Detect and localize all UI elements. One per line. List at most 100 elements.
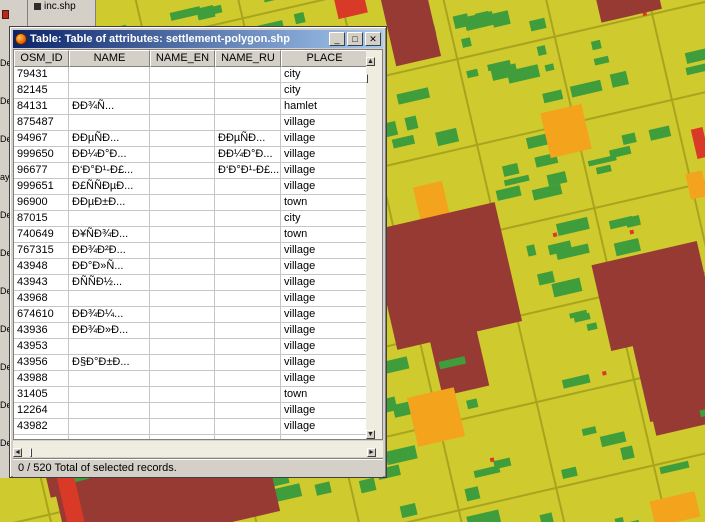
table-cell[interactable]: village <box>281 259 366 275</box>
table-cell[interactable] <box>281 435 366 439</box>
scroll-left-button[interactable]: ◄ <box>13 448 22 457</box>
background-layer-item[interactable]: Def <box>0 208 9 246</box>
table-cell[interactable] <box>69 83 150 99</box>
table-cell[interactable]: 43953 <box>14 339 69 355</box>
table-cell[interactable]: ÐÐ°Ð»Ñ... <box>69 259 150 275</box>
table-cell[interactable] <box>215 115 281 131</box>
table-cell[interactable] <box>215 83 281 99</box>
table-cell[interactable]: 96677 <box>14 163 69 179</box>
table-cell[interactable] <box>215 323 281 339</box>
table-cell[interactable] <box>215 179 281 195</box>
table-row[interactable]: 43943ÐÑÑÐ½...village <box>14 275 366 291</box>
table-cell[interactable]: village <box>281 179 366 195</box>
table-cell[interactable] <box>69 387 150 403</box>
table-cell[interactable]: 12264 <box>14 403 69 419</box>
window-titlebar[interactable]: Table: Table of attributes: settlement-p… <box>13 30 383 48</box>
table-cell[interactable]: 96900 <box>14 195 69 211</box>
table-cell[interactable] <box>69 339 150 355</box>
table-cell[interactable] <box>215 243 281 259</box>
table-row[interactable]: 43936ÐÐ¾Ð»Ð...village <box>14 323 366 339</box>
background-layer-item[interactable]: Def <box>0 246 9 284</box>
table-cell[interactable] <box>69 419 150 435</box>
table-cell[interactable] <box>150 163 215 179</box>
table-cell[interactable]: village <box>281 131 366 147</box>
table-row[interactable]: 43948ÐÐ°Ð»Ñ... village <box>14 259 366 275</box>
table-cell[interactable]: village <box>281 147 366 163</box>
table-row[interactable]: 87015city <box>14 211 366 227</box>
table-cell[interactable] <box>215 211 281 227</box>
table-cell[interactable]: village <box>281 115 366 131</box>
table-cell[interactable] <box>150 371 215 387</box>
table-cell[interactable] <box>69 211 150 227</box>
background-layer-item[interactable]: Def <box>0 132 9 170</box>
table-cell[interactable] <box>215 307 281 323</box>
table-cell[interactable]: ÐÐ¾Ð»Ð... <box>69 323 150 339</box>
table-cell[interactable]: village <box>281 371 366 387</box>
table-cell[interactable]: village <box>281 403 366 419</box>
background-layer-item[interactable]: Def <box>0 436 9 474</box>
vertical-scroll-thumb[interactable] <box>366 74 368 83</box>
horizontal-scroll-thumb[interactable] <box>30 448 32 457</box>
table-cell[interactable]: village <box>281 355 366 371</box>
table-cell[interactable]: 43948 <box>14 259 69 275</box>
table-cell[interactable]: ÐÐ¾Ð¼... <box>69 307 150 323</box>
table-cell[interactable] <box>150 147 215 163</box>
table-cell[interactable]: 43936 <box>14 323 69 339</box>
table-cell[interactable] <box>150 67 215 83</box>
column-header-name_ru[interactable]: NAME_RU <box>215 50 281 67</box>
table-cell[interactable] <box>215 275 281 291</box>
table-cell[interactable] <box>215 371 281 387</box>
table-row[interactable]: 79431city <box>14 67 366 83</box>
table-cell[interactable] <box>215 403 281 419</box>
table-cell[interactable] <box>69 435 150 439</box>
background-layer-item[interactable]: Def <box>0 94 9 132</box>
table-row[interactable]: 94967ÐÐµÑÐ...ÐÐµÑÐ...village <box>14 131 366 147</box>
table-cell[interactable] <box>215 387 281 403</box>
scroll-right-button[interactable]: ► <box>367 448 376 457</box>
table-row[interactable]: 96900ÐÐµÐ±Ð...town <box>14 195 366 211</box>
table-cell[interactable] <box>150 243 215 259</box>
background-layer-item[interactable]: Def <box>0 56 9 94</box>
table-cell[interactable]: 43982 <box>14 419 69 435</box>
table-cell[interactable] <box>150 307 215 323</box>
table-cell[interactable] <box>69 403 150 419</box>
column-header-name_en[interactable]: NAME_EN <box>150 50 215 67</box>
close-button[interactable]: ✕ <box>365 32 381 46</box>
table-cell[interactable] <box>150 339 215 355</box>
table-cell[interactable]: city <box>281 83 366 99</box>
table-cell[interactable] <box>69 371 150 387</box>
table-cell[interactable]: 43968 <box>14 291 69 307</box>
table-cell[interactable]: 999651 <box>14 179 69 195</box>
table-cell[interactable] <box>215 99 281 115</box>
table-row[interactable]: 767315ÐÐ¾Ð²Ð...village <box>14 243 366 259</box>
table-cell[interactable] <box>150 211 215 227</box>
background-layer-item[interactable]: Def <box>0 322 9 360</box>
table-cell[interactable]: village <box>281 419 366 435</box>
table-cell[interactable]: 43943 <box>14 275 69 291</box>
minimize-button[interactable]: _ <box>329 32 345 46</box>
table-row[interactable]: 674610ÐÐ¾Ð¼...village <box>14 307 366 323</box>
table-cell[interactable] <box>150 387 215 403</box>
table-cell[interactable]: Ð‘Ð°Ð¹-Ð£... <box>69 163 150 179</box>
column-header-osm_id[interactable]: OSM_ID <box>14 50 69 67</box>
table-cell[interactable]: Ð§Ð°Ð±Ð... <box>69 355 150 371</box>
table-cell[interactable]: 674610 <box>14 307 69 323</box>
table-cell[interactable]: village <box>281 339 366 355</box>
table-row[interactable]: 875487 village <box>14 115 366 131</box>
table-cell[interactable]: Ð£ÑÑÐµÐ... <box>69 179 150 195</box>
vertical-scrollbar[interactable]: ▲ ▼ <box>366 50 382 439</box>
table-cell[interactable] <box>150 355 215 371</box>
table-cell[interactable]: 740649 <box>14 227 69 243</box>
table-row[interactable]: 31405town <box>14 387 366 403</box>
table-cell[interactable] <box>14 435 69 439</box>
table-cell[interactable] <box>215 259 281 275</box>
table-cell[interactable] <box>150 99 215 115</box>
table-cell[interactable]: 875487 <box>14 115 69 131</box>
table-cell[interactable]: city <box>281 67 366 83</box>
table-cell[interactable] <box>215 355 281 371</box>
table-row[interactable]: 84131ÐÐ¾Ñ...hamlet <box>14 99 366 115</box>
table-cell[interactable] <box>69 291 150 307</box>
table-cell[interactable]: 43988 <box>14 371 69 387</box>
table-cell[interactable]: city <box>281 211 366 227</box>
column-header-place[interactable]: PLACE <box>281 50 366 67</box>
